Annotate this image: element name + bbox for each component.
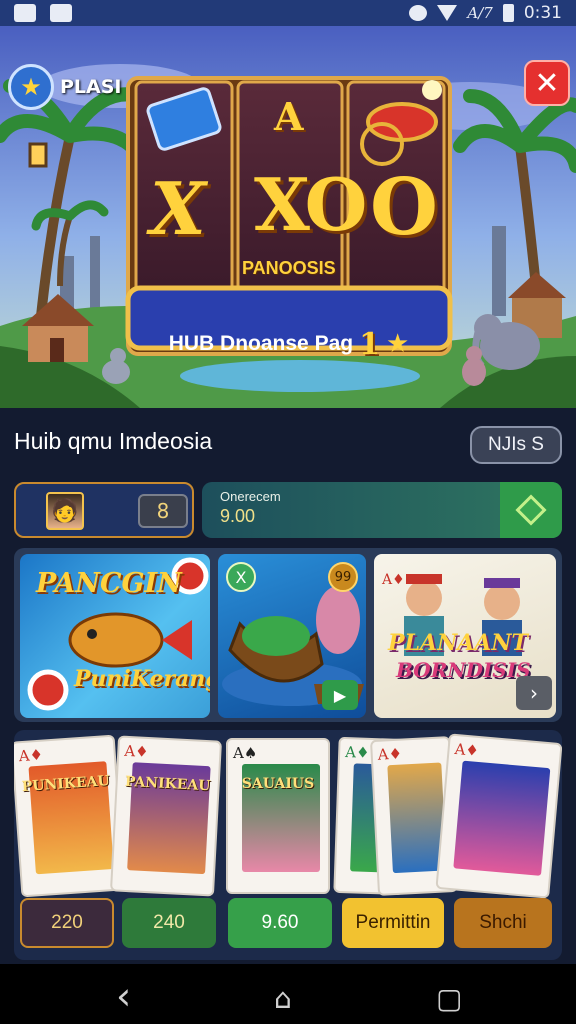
star-icon: ★ bbox=[385, 329, 410, 359]
gamepad-icon bbox=[50, 4, 72, 22]
page-title: Huib qmu Imdeosia bbox=[14, 428, 213, 454]
card-art bbox=[453, 760, 551, 876]
app-name: PLASI bbox=[60, 76, 122, 98]
system-nav-bar: ‹ ⌂ ▢ bbox=[0, 964, 576, 1024]
bet-button-220[interactable]: 220 bbox=[20, 898, 114, 948]
battery-icon bbox=[502, 4, 514, 22]
diamond-icon bbox=[515, 494, 547, 526]
close-button[interactable]: ✕ bbox=[524, 60, 570, 106]
banner-label-bar[interactable]: HUB Dnoanse Pag 1 ★ bbox=[128, 314, 450, 374]
balance-label: Onerecem bbox=[220, 489, 281, 504]
balance-value: 9.00 bbox=[220, 506, 256, 526]
playing-card[interactable]: A♦ bbox=[435, 733, 562, 899]
game-tile-people[interactable]: A♦ PLANAANT BORNDISIS › bbox=[374, 554, 556, 718]
diamond-button[interactable] bbox=[500, 482, 562, 538]
card-corner: A♠ bbox=[233, 744, 258, 762]
app-badge[interactable]: ★ PLASI bbox=[8, 64, 122, 110]
recents-icon[interactable]: ▢ bbox=[436, 982, 462, 1015]
tile-badge: X bbox=[226, 562, 256, 592]
permit-button[interactable]: Permittin bbox=[342, 898, 444, 948]
home-icon[interactable]: ⌂ bbox=[274, 982, 292, 1015]
svg-text:A♦: A♦ bbox=[381, 572, 405, 588]
slot-symbol-2: XO bbox=[254, 162, 367, 247]
slot-symbol-1: X bbox=[150, 166, 206, 251]
count-badge: 8 bbox=[138, 494, 188, 528]
coin-badge: 99 bbox=[328, 562, 358, 592]
playing-card[interactable]: A♦ PUNIKEAU bbox=[14, 734, 126, 898]
star-icon: ★ bbox=[8, 64, 54, 110]
hero-banner[interactable]: ★ PLASI ✕ A X XO O PANOOSIS HUB Dnoanse … bbox=[0, 26, 576, 408]
next-button[interactable]: › bbox=[516, 676, 552, 710]
image-icon bbox=[14, 4, 36, 22]
tile-subtitle: PuniKerang bbox=[74, 666, 210, 692]
playing-card[interactable]: A♦ PANIKEAU bbox=[109, 735, 223, 897]
card-corner: A♦ bbox=[453, 739, 480, 760]
slot-top-letter: A bbox=[274, 94, 304, 139]
slot-symbol-3: O bbox=[370, 162, 438, 253]
card-corner: A♦ bbox=[123, 741, 150, 761]
play-button[interactable]: ▶ bbox=[322, 680, 358, 710]
game-tiles: PANCGIN PuniKerang X 99 ▶ A♦ PLANAANT BO… bbox=[14, 548, 562, 722]
profile-panel[interactable]: 🧑 8 bbox=[14, 482, 194, 538]
card-corner: A♦ bbox=[18, 745, 44, 766]
bet-button-960[interactable]: 9.60 bbox=[228, 898, 332, 948]
slot-label: PANOOSIS bbox=[242, 258, 336, 278]
status-bar: A/7 0:31 bbox=[0, 0, 576, 26]
settings-icon bbox=[409, 5, 428, 21]
status-time: 0:31 bbox=[523, 3, 562, 23]
card-corner: A♦ bbox=[377, 744, 403, 764]
bet-button-240[interactable]: 240 bbox=[122, 898, 216, 948]
banner-number: 1 bbox=[359, 326, 380, 362]
more-button[interactable]: NJIs S bbox=[470, 426, 562, 464]
card-corner: A♦ bbox=[344, 743, 370, 762]
tile-subtitle: BORNDISIS bbox=[396, 658, 531, 682]
game-tile-fish[interactable]: PANCGIN PuniKerang bbox=[20, 554, 210, 718]
tile-title: PANCGIN bbox=[36, 568, 182, 599]
banner-label: HUB Dnoanse Pag bbox=[168, 332, 354, 355]
back-icon[interactable]: ‹ bbox=[116, 974, 131, 1018]
wifi-icon bbox=[437, 5, 458, 21]
signal-text: A/7 bbox=[467, 4, 493, 22]
shchi-button[interactable]: Shchi bbox=[454, 898, 552, 948]
bottom-buttons: 220 240 9.60 Permittin Shchi bbox=[14, 898, 562, 954]
game-tile-basket[interactable]: X 99 ▶ bbox=[218, 554, 366, 718]
tile-title: PLANAANT bbox=[388, 630, 528, 656]
avatar[interactable]: 🧑 bbox=[46, 492, 84, 530]
balance-panel[interactable]: Onerecem 9.00 bbox=[202, 482, 562, 538]
card-label: SAUAIUS bbox=[241, 776, 315, 792]
playing-card[interactable]: A♠ SAUAIUS bbox=[226, 738, 330, 894]
